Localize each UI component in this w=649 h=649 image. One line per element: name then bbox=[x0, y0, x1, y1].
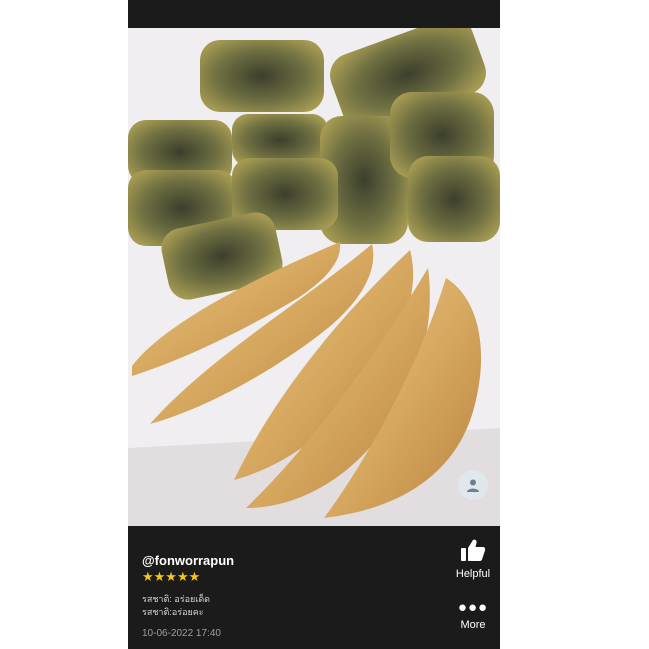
more-button[interactable]: ●●● More bbox=[443, 599, 500, 632]
review-date: 10-06-2022 17:40 bbox=[142, 628, 221, 639]
review-viewer: @fonworrapun ★★★★★ รสชาติ: อร่อยเด็ด รสช… bbox=[128, 0, 500, 649]
top-bar bbox=[128, 0, 500, 28]
review-photo[interactable] bbox=[128, 28, 500, 526]
user-avatar-icon[interactable] bbox=[458, 470, 488, 500]
reviewer-username[interactable]: @fonworrapun bbox=[142, 553, 234, 568]
more-label: More bbox=[460, 619, 486, 631]
star-rating: ★★★★★ bbox=[142, 570, 200, 584]
more-dots-icon: ●●● bbox=[457, 599, 489, 616]
star-rating-text: ★★★★★ bbox=[142, 569, 201, 584]
review-text-line-1: รสชาติ: อร่อยเด็ด bbox=[142, 594, 211, 604]
review-text-line-2: รสชาติ:อร่อยคะ bbox=[142, 607, 204, 617]
helpful-button[interactable]: Helpful bbox=[443, 538, 500, 580]
thumbs-up-icon bbox=[461, 539, 486, 561]
review-info-panel: @fonworrapun ★★★★★ รสชาติ: อร่อยเด็ด รสช… bbox=[128, 526, 500, 649]
helpful-label: Helpful bbox=[455, 568, 491, 580]
